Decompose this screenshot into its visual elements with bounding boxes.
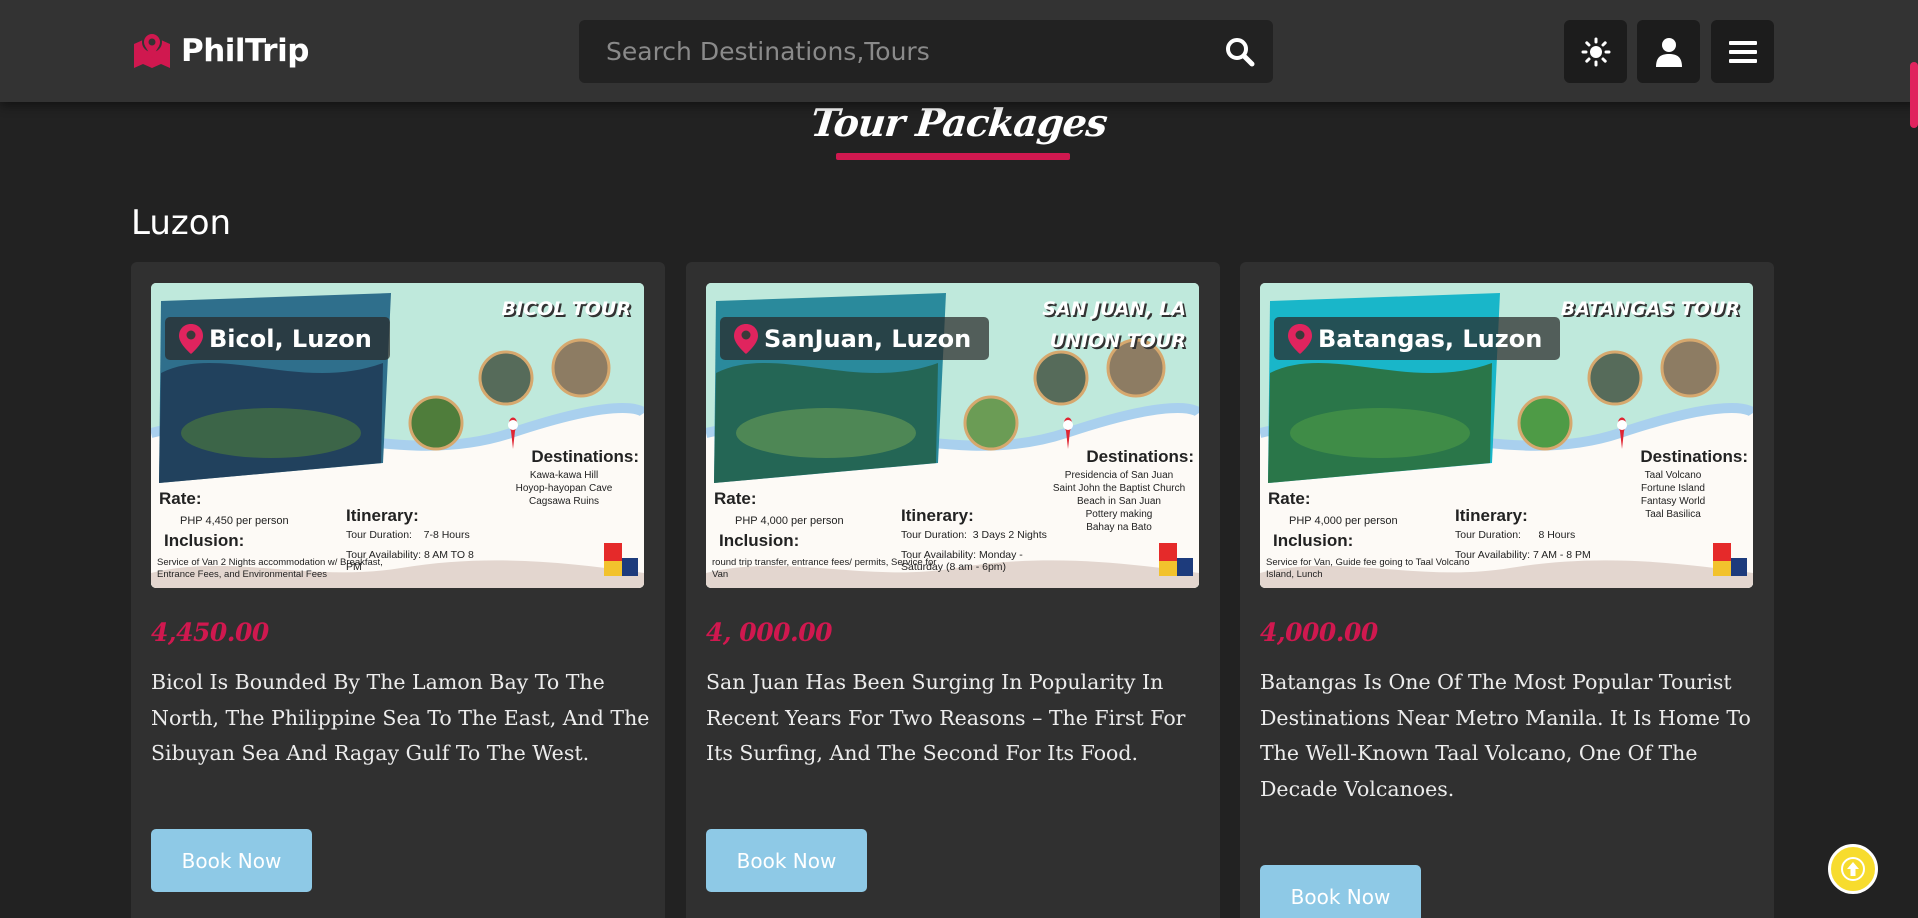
poster-destination-item: Hoyop-hayopan Cave (515, 483, 613, 494)
sun-icon (1581, 37, 1610, 66)
location-label: Bicol, Luzon (209, 324, 372, 353)
poster-rate: PHP 4,000 per person (735, 515, 844, 527)
poster-availability: Tour Availability: 7 AM - 8 PM (1455, 549, 1591, 561)
poster-availability: Tour Availability: Monday - Saturday (8 … (901, 549, 1023, 573)
poster-destinations: Presidencia of San Juan Saint John the Ba… (1044, 469, 1194, 534)
theme-toggle-button[interactable] (1564, 20, 1627, 83)
location-chip: SanJuan, Luzon (720, 317, 990, 360)
poster-duration: Tour Duration: 3 Days 2 Nights (901, 529, 1047, 541)
poster-itinerary-label: Itinerary: (901, 506, 974, 525)
poster-destination-item: Taal Basilica (1645, 509, 1701, 520)
poster-duration: Tour Duration: 7-8 Hours (346, 529, 470, 541)
arrow-up-icon (1841, 857, 1865, 881)
poster-inclusion-label: Inclusion: (719, 531, 800, 550)
tour-card: Batangas, Luzon BATANGAS TOUR Rate: PHP … (1240, 262, 1774, 918)
search-bar (579, 20, 1273, 83)
poster-destination-item: Kawa-kawa Hill (529, 470, 599, 481)
search-input[interactable] (579, 20, 1207, 83)
poster-destination-item: Pottery making (1085, 509, 1153, 520)
poster-destination-item: Fortune Island (1641, 483, 1705, 494)
tour-description: Bicol Is Bounded By The Lamon Bay To The… (151, 670, 650, 765)
map-pin-logo-icon (134, 32, 170, 68)
back-to-top-button[interactable] (1828, 844, 1878, 894)
book-now-button[interactable]: Book Now (1260, 865, 1421, 918)
poster-rate-label: Rate: (159, 489, 202, 508)
logo-text: PhilTrip (181, 33, 309, 69)
section-title-wrap: Tour Packages (0, 100, 1918, 145)
site-header: PhilTrip (0, 0, 1918, 102)
poster-inclusion-label: Inclusion: (1273, 531, 1354, 550)
tour-price: 4, 000.00 (706, 618, 832, 647)
poster-rate: PHP 4,000 per person (1289, 515, 1398, 527)
poster-destinations-label: Destinations: (1086, 447, 1194, 466)
account-button[interactable] (1637, 20, 1700, 83)
hamburger-icon (1728, 40, 1757, 63)
book-now-button[interactable]: Book Now (706, 829, 867, 892)
tour-card: Bicol, Luzon BICOL TOUR Rate: PHP 4,450 … (131, 262, 665, 918)
title-underline (836, 153, 1070, 160)
tour-description: San Juan Has Been Surging In Popularity … (706, 670, 1186, 765)
tour-price: 4,450.00 (151, 618, 269, 647)
location-chip: Bicol, Luzon (165, 317, 390, 360)
location-pin-icon (1288, 323, 1312, 354)
location-pin-icon (734, 323, 758, 354)
poster-destination-item: Taal Volcano (1644, 470, 1702, 481)
poster-duration: Tour Duration: 8 Hours (1455, 529, 1576, 541)
tour-poster[interactable]: Batangas, Luzon BATANGAS TOUR Rate: PHP … (1260, 283, 1753, 588)
location-label: SanJuan, Luzon (764, 324, 972, 353)
poster-rate-label: Rate: (714, 489, 757, 508)
poster-destination-item: Bahay na Bato (1086, 522, 1152, 533)
location-chip: Batangas, Luzon (1274, 317, 1561, 360)
poster-title: SAN JUAN, LA UNION TOUR (1042, 298, 1186, 352)
poster-destinations: Taal Volcano Fortune Island Fantasy World T… (1598, 469, 1748, 521)
menu-button[interactable] (1711, 20, 1774, 83)
scrollbar-thumb[interactable] (1910, 62, 1918, 128)
poster-destinations-label: Destinations: (531, 447, 639, 466)
user-icon (1655, 37, 1682, 67)
tour-poster[interactable]: SanJuan, Luzon SAN JUAN, LA UNION TOUR R… (706, 283, 1199, 588)
search-button[interactable] (1207, 20, 1273, 83)
poster-destination-item: Cagsawa Ruins (528, 496, 600, 507)
poster-destinations-label: Destinations: (1640, 447, 1748, 466)
logo[interactable]: PhilTrip (131, 28, 309, 74)
poster-destination-item: Presidencia of San Juan (1064, 470, 1174, 481)
poster-destinations: Kawa-kawa Hill Hoyop-hayopan Cave Cagsawa … (489, 469, 639, 508)
poster-itinerary-label: Itinerary: (1455, 506, 1528, 525)
tour-price: 4,000.00 (1260, 618, 1378, 647)
poster-inclusion-label: Inclusion: (164, 531, 245, 550)
search-icon (1226, 37, 1255, 66)
poster-rate-label: Rate: (1268, 489, 1311, 508)
tour-card: SanJuan, Luzon SAN JUAN, LA UNION TOUR R… (686, 262, 1220, 918)
poster-itinerary-label: Itinerary: (346, 506, 419, 525)
region-heading: Luzon (131, 203, 232, 243)
poster-destination-item: Beach in San Juan (1077, 496, 1161, 507)
poster-title: BICOL TOUR (501, 298, 631, 320)
location-label: Batangas, Luzon (1318, 324, 1543, 353)
location-pin-icon (179, 323, 203, 354)
tour-description: Batangas Is One Of The Most Popular Tour… (1260, 670, 1751, 801)
poster-availability: Tour Availability: 8 AM TO 8 PM (346, 549, 474, 573)
section-title: Tour Packages (808, 100, 1110, 145)
book-now-button[interactable]: Book Now (151, 829, 312, 892)
poster-title: BATANGAS TOUR (1560, 298, 1740, 320)
poster-rate: PHP 4,450 per person (180, 515, 289, 527)
poster-destination-item: Saint John the Baptist Church (1052, 483, 1186, 494)
poster-destination-item: Fantasy World (1640, 496, 1706, 507)
tour-poster[interactable]: Bicol, Luzon BICOL TOUR Rate: PHP 4,450 … (151, 283, 644, 588)
